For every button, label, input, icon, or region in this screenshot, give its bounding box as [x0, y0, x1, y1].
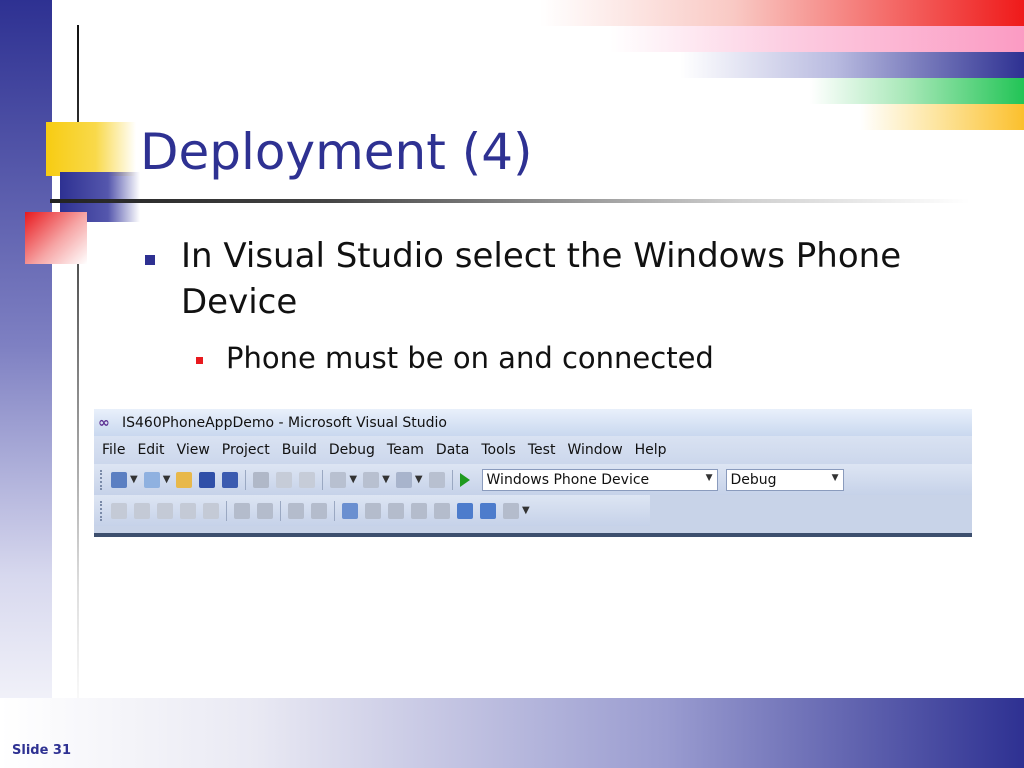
bullet-level1: In Visual Studio select the Windows Phon… [145, 233, 965, 325]
cut-icon[interactable] [253, 471, 270, 488]
chevron-down-icon[interactable]: ▼ [163, 474, 171, 485]
menu-view[interactable]: View [177, 442, 210, 458]
decor-stripe-red [540, 0, 1024, 26]
paste-icon[interactable] [299, 471, 316, 488]
prev-bookmark-icon[interactable] [365, 502, 381, 519]
clear-bookmarks-icon[interactable] [503, 502, 519, 519]
vs-screenshot: ∞ IS460PhoneAppDemo - Microsoft Visual S… [94, 409, 972, 537]
deploy-target-value: Windows Phone Device [486, 471, 650, 488]
decor-stripe-blue [680, 52, 1024, 78]
toolbar-grip[interactable] [100, 500, 105, 521]
new-project-icon[interactable] [111, 471, 127, 488]
sub-bullet-marker [196, 357, 203, 364]
vs-bottom-border [94, 533, 972, 537]
decor-stripe-green [810, 78, 1024, 104]
chevron-down-icon[interactable]: ▼ [382, 474, 390, 485]
start-debugging-icon[interactable] [459, 472, 470, 487]
menu-window[interactable]: Window [567, 442, 622, 458]
decor-square-red [25, 212, 87, 264]
navigate-icon[interactable] [395, 471, 412, 488]
menu-data[interactable]: Data [436, 442, 469, 458]
slide-title: Deployment (4) [140, 123, 533, 181]
bookmark-icon[interactable] [342, 502, 358, 519]
menu-team[interactable]: Team [387, 442, 424, 458]
toolbar-separator [451, 469, 453, 490]
chevron-down-icon[interactable]: ▼ [832, 473, 839, 483]
menu-test[interactable]: Test [528, 442, 556, 458]
add-item-icon[interactable] [143, 471, 160, 488]
bullet-text: In Visual Studio select the Windows Phon… [181, 236, 902, 322]
vs-text-editor-toolbar: ▼ [94, 495, 650, 526]
bullet-level2: Phone must be on and connected [196, 338, 714, 378]
chevron-down-icon[interactable]: ▼ [415, 474, 423, 485]
next-folder-bookmark-icon[interactable] [434, 502, 450, 519]
left-gradient-band [0, 0, 52, 768]
toolbar-separator [322, 469, 324, 490]
bottom-gradient-band [0, 698, 1024, 768]
next-doc-bookmark-icon[interactable] [480, 502, 496, 519]
menu-project[interactable]: Project [222, 442, 270, 458]
undo-icon[interactable] [330, 471, 347, 488]
outdent-icon[interactable] [234, 502, 250, 519]
chevron-down-icon[interactable]: ▼ [130, 474, 138, 485]
decor-stripe-yellow [860, 104, 1024, 130]
open-folder-icon[interactable] [176, 471, 193, 488]
output-icon[interactable] [428, 471, 445, 488]
toolbar-icon-3[interactable] [157, 502, 173, 519]
vs-title-bar: ∞ IS460PhoneAppDemo - Microsoft Visual S… [94, 409, 972, 436]
redo-icon[interactable] [363, 471, 380, 488]
configuration-value: Debug [730, 471, 777, 488]
save-all-icon[interactable] [222, 471, 239, 488]
next-bookmark-icon[interactable] [388, 502, 404, 519]
deploy-target-select[interactable]: Windows Phone Device ▼ [481, 468, 718, 491]
toolbar-overflow-icon[interactable]: ▼ [522, 505, 530, 516]
toolbar-grip[interactable] [100, 469, 105, 490]
menu-help[interactable]: Help [635, 442, 667, 458]
toolbar-separator [226, 500, 227, 521]
indent-icon[interactable] [257, 502, 273, 519]
toolbar-icon-1[interactable] [111, 502, 127, 519]
menu-debug[interactable]: Debug [329, 442, 375, 458]
menu-edit[interactable]: Edit [137, 442, 164, 458]
decor-square-yellow [46, 122, 136, 176]
menu-tools[interactable]: Tools [481, 442, 516, 458]
menu-build[interactable]: Build [282, 442, 317, 458]
title-underline [50, 199, 970, 203]
chevron-down-icon[interactable]: ▼ [706, 473, 713, 483]
save-icon[interactable] [199, 471, 216, 488]
configuration-select[interactable]: Debug ▼ [725, 468, 844, 491]
prev-doc-bookmark-icon[interactable] [457, 502, 473, 519]
vs-logo-icon: ∞ [98, 414, 110, 431]
vs-window-title: IS460PhoneAppDemo - Microsoft Visual Stu… [122, 414, 448, 431]
list-icon[interactable] [203, 502, 219, 519]
chevron-down-icon[interactable]: ▼ [349, 474, 357, 485]
slide-number: Slide 31 [12, 743, 72, 758]
toolbar-separator [280, 500, 281, 521]
comment-icon[interactable] [288, 502, 304, 519]
bullet-marker [145, 255, 155, 265]
decor-stripe-pink [610, 26, 1024, 52]
toolbar-separator [334, 500, 335, 521]
toolbar-separator [245, 469, 247, 490]
copy-icon[interactable] [276, 471, 293, 488]
toolbar-icon-2[interactable] [134, 502, 150, 519]
sub-bullet-text: Phone must be on and connected [226, 341, 714, 375]
vs-standard-toolbar: ▼ ▼ ▼ ▼ ▼ Windows Phone Device ▼ Debug ▼ [94, 464, 972, 495]
vs-menu-bar: File Edit View Project Build Debug Team … [94, 436, 972, 464]
menu-file[interactable]: File [102, 442, 125, 458]
uncomment-icon[interactable] [311, 502, 327, 519]
prev-folder-bookmark-icon[interactable] [411, 502, 427, 519]
font-icon[interactable] [180, 502, 196, 519]
